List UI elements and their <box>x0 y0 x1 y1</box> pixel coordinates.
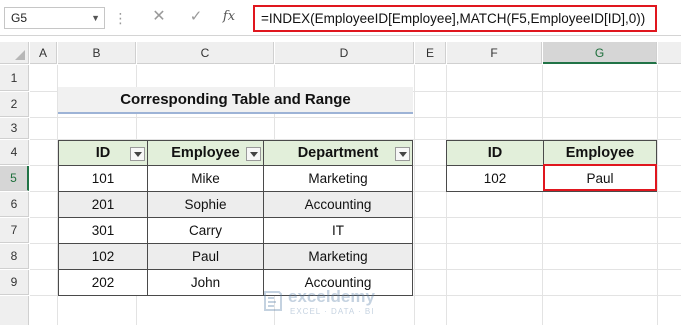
lookup-header-id[interactable]: ID <box>446 140 544 166</box>
row-header-6[interactable]: 6 <box>0 192 29 217</box>
header-label: Department <box>297 145 379 161</box>
table-cell[interactable]: John <box>147 269 264 296</box>
header-label: Employee <box>171 145 240 161</box>
drag-handle-icon[interactable]: ⋮ <box>112 8 128 28</box>
column-header-e[interactable]: E <box>415 42 446 64</box>
row-header-next[interactable] <box>0 296 29 325</box>
main-table-header-employee[interactable]: Employee <box>147 140 264 166</box>
row-header-7[interactable]: 7 <box>0 218 29 243</box>
row-header-5[interactable]: 5 <box>0 166 29 191</box>
column-header-a[interactable]: A <box>30 42 57 64</box>
table-cell[interactable]: Marketing <box>263 243 413 270</box>
table-cell[interactable]: Accounting <box>263 191 413 218</box>
table-cell[interactable]: Carry <box>147 217 264 244</box>
column-header-c[interactable]: C <box>137 42 274 64</box>
table-cell[interactable]: Sophie <box>147 191 264 218</box>
table-cell[interactable]: Paul <box>147 243 264 270</box>
chevron-down-icon[interactable]: ▼ <box>91 8 100 28</box>
watermark-name: exceldemy <box>288 287 375 306</box>
row-header-9[interactable]: 9 <box>0 270 29 295</box>
table-cell[interactable]: Mike <box>147 165 264 192</box>
selected-cell-highlight <box>543 164 657 191</box>
name-box-value: G5 <box>11 11 28 25</box>
sheet-title: Corresponding Table and Range <box>58 87 413 114</box>
select-all-button[interactable] <box>0 42 29 64</box>
name-box[interactable]: G5 ▼ <box>4 7 105 29</box>
row-header-2[interactable]: 2 <box>0 92 29 117</box>
insert-function-icon[interactable]: fx <box>218 6 240 28</box>
filter-dropdown-icon[interactable] <box>130 147 145 161</box>
table-cell[interactable]: 102 <box>58 243 148 270</box>
row-header-1[interactable]: 1 <box>0 65 29 91</box>
column-header-d[interactable]: D <box>275 42 414 64</box>
watermark-tagline: EXCEL · DATA · BI <box>290 307 375 316</box>
table-cell[interactable]: 301 <box>58 217 148 244</box>
exceldemy-logo-icon <box>264 291 282 311</box>
filter-dropdown-icon[interactable] <box>395 147 410 161</box>
table-cell[interactable]: 101 <box>58 165 148 192</box>
row-header-4[interactable]: 4 <box>0 140 29 165</box>
lookup-id-cell[interactable]: 102 <box>446 165 544 192</box>
formula-input[interactable]: =INDEX(EmployeeID[Employee],MATCH(F5,Emp… <box>253 5 657 32</box>
formula-bar-row: G5 ▼ ⋮ ✕ ✓ fx =INDEX(EmployeeID[Employee… <box>0 0 681 36</box>
lookup-header-employee[interactable]: Employee <box>543 140 657 166</box>
exceldemy-watermark: exceldemy EXCEL · DATA · BI <box>262 286 442 320</box>
main-table-header-id[interactable]: ID <box>58 140 148 166</box>
column-header-b[interactable]: B <box>58 42 136 64</box>
table-cell[interactable]: 201 <box>58 191 148 218</box>
cancel-icon[interactable]: ✕ <box>149 6 169 28</box>
column-header-f[interactable]: F <box>447 42 542 64</box>
table-cell[interactable]: IT <box>263 217 413 244</box>
table-cell[interactable]: 202 <box>58 269 148 296</box>
header-label: ID <box>95 145 111 161</box>
column-header-next[interactable] <box>658 42 681 64</box>
table-cell[interactable]: Marketing <box>263 165 413 192</box>
row-header-3[interactable]: 3 <box>0 118 29 139</box>
filter-dropdown-icon[interactable] <box>246 147 261 161</box>
enter-icon[interactable]: ✓ <box>186 6 206 28</box>
row-header-8[interactable]: 8 <box>0 244 29 269</box>
main-table-header-department[interactable]: Department <box>263 140 413 166</box>
column-header-g[interactable]: G <box>543 42 657 64</box>
